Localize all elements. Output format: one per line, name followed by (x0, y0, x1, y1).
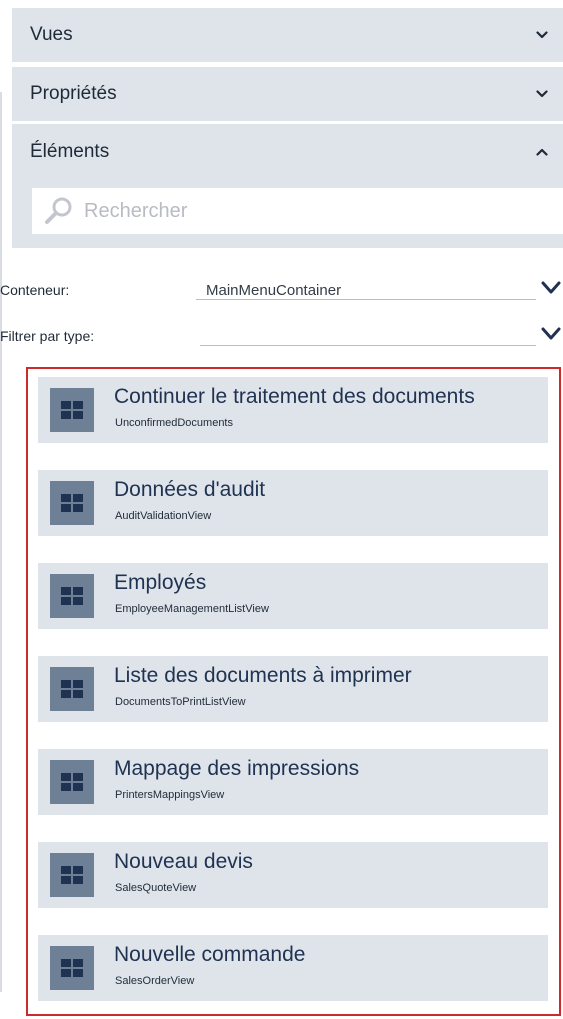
list-item[interactable]: Données d'audit AuditValidationView (38, 470, 548, 536)
filtre-type-row: Filtrer par type: (0, 322, 563, 352)
search-placeholder: Rechercher (84, 199, 188, 222)
list-item[interactable]: Liste des documents à imprimer Documents… (38, 656, 548, 722)
grid-icon (50, 388, 94, 432)
list-item-subtitle: PrintersMappingsView (115, 789, 225, 801)
chevron-down-icon[interactable] (541, 326, 561, 342)
chevron-down-icon[interactable] (535, 87, 549, 101)
accordion-label-proprietes: Propriétés (30, 83, 117, 104)
list-item-title: Liste des documents à imprimer (114, 664, 412, 687)
accordion-header-vues[interactable]: Vues (12, 8, 563, 62)
grid-icon (50, 481, 94, 525)
conteneur-label: Conteneur: (0, 282, 70, 298)
chevron-down-icon[interactable] (541, 280, 561, 296)
list-item-subtitle: AuditValidationView (115, 510, 212, 522)
panel-left-border (0, 92, 2, 992)
accordion-label-elements: Éléments (30, 141, 110, 162)
conteneur-row: Conteneur: MainMenuContainer (0, 276, 563, 306)
list-item-subtitle: DocumentsToPrintListView (115, 696, 246, 708)
search-input[interactable]: Rechercher (32, 188, 563, 234)
list-item[interactable]: Nouveau devis SalesQuoteView (38, 842, 548, 908)
filtre-type-select[interactable] (200, 322, 536, 346)
list-item-title: Données d'audit (114, 478, 266, 501)
list-item-subtitle: EmployeeManagementListView (115, 603, 269, 615)
list-item[interactable]: Mappage des impressions PrintersMappings… (38, 749, 548, 815)
conteneur-select[interactable]: MainMenuContainer (196, 276, 536, 300)
list-item-title: Mappage des impressions (114, 757, 360, 780)
elements-list: Continuer le traitement des documents Un… (26, 367, 561, 1016)
filtre-type-label: Filtrer par type: (0, 328, 95, 344)
grid-icon (50, 946, 94, 990)
list-item[interactable]: Nouvelle commande SalesOrderView (38, 935, 548, 1001)
list-item-subtitle: SalesOrderView (115, 975, 195, 987)
list-item-subtitle: UnconfirmedDocuments (115, 417, 233, 429)
grid-icon (50, 574, 94, 618)
list-item-title: Employés (114, 571, 207, 594)
chevron-up-icon[interactable] (535, 145, 549, 159)
grid-icon (50, 667, 94, 711)
search-panel: Rechercher (12, 180, 563, 248)
grid-icon (50, 760, 94, 804)
list-item-title: Nouvelle commande (114, 943, 306, 966)
list-item-subtitle: SalesQuoteView (115, 882, 197, 894)
list-item-title: Continuer le traitement des documents (114, 385, 475, 408)
list-item-title: Nouveau devis (114, 850, 253, 873)
accordion-header-proprietes[interactable]: Propriétés (12, 67, 563, 121)
search-icon (45, 197, 72, 224)
accordion-header-elements[interactable]: Éléments (12, 124, 563, 180)
accordion-label-vues: Vues (30, 24, 73, 45)
list-item[interactable]: Employés EmployeeManagementListView (38, 563, 548, 629)
chevron-down-icon[interactable] (535, 28, 549, 42)
list-item[interactable]: Continuer le traitement des documents Un… (38, 377, 548, 443)
grid-icon (50, 853, 94, 897)
